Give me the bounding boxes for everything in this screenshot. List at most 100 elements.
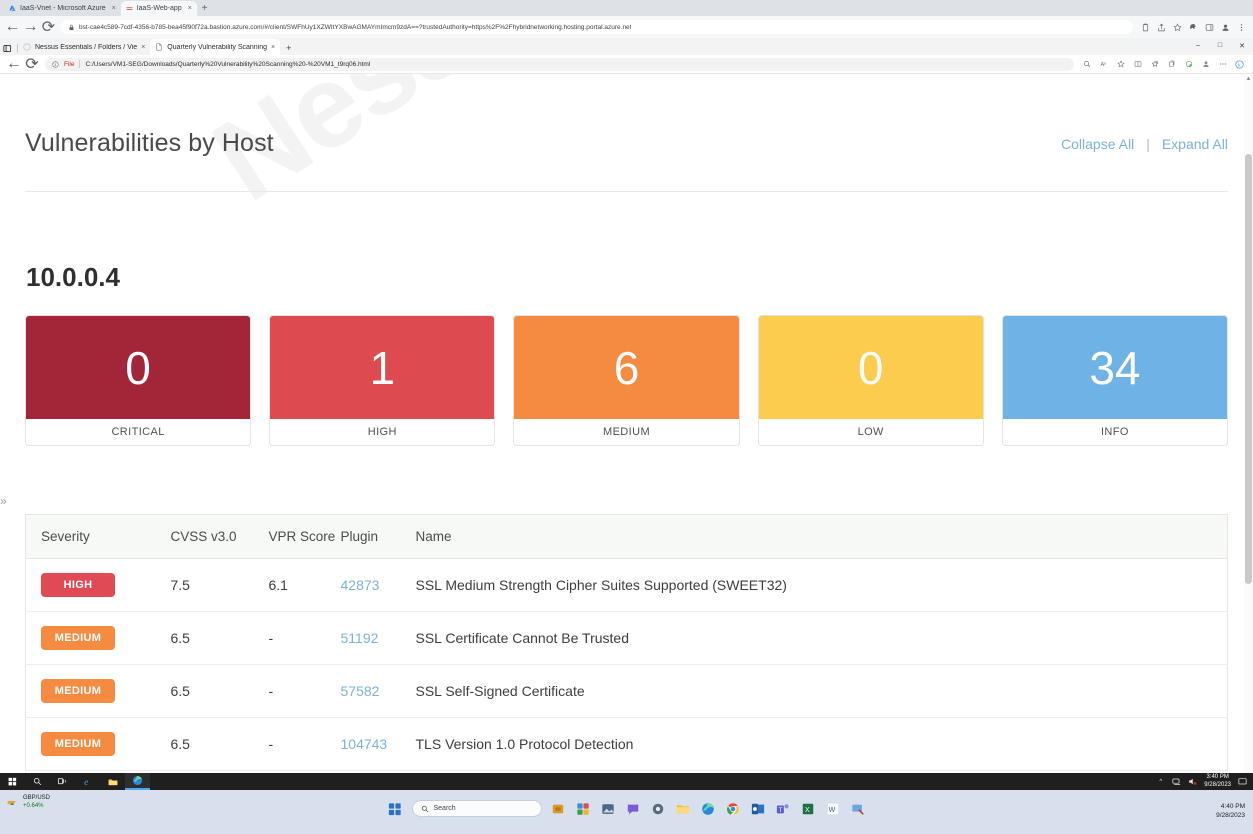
windows-start-icon[interactable] xyxy=(0,773,25,790)
outer-tab-label: IaaS-Vnet - Microsoft Azure xyxy=(20,5,106,12)
reload-icon[interactable]: ⟳ xyxy=(42,19,55,36)
plugin-link[interactable]: 57582 xyxy=(341,683,380,699)
inner-tab-close-icon[interactable]: × xyxy=(271,44,275,51)
column-header-vpr[interactable]: VPR Score xyxy=(268,514,341,559)
document-icon xyxy=(156,43,162,51)
extensions-puzzle-icon[interactable] xyxy=(1188,22,1198,32)
clipboard-icon[interactable] xyxy=(1140,22,1150,32)
copilot-icon[interactable] xyxy=(550,800,567,817)
outer-tab-bastion[interactable]: IaaS-Web-app × xyxy=(120,1,197,16)
severity-card-high[interactable]: 1 HIGH xyxy=(269,315,496,446)
cell-plugin: 51192 xyxy=(340,611,416,665)
zoom-icon[interactable] xyxy=(1082,60,1091,69)
profile-avatar-icon[interactable] xyxy=(1220,22,1230,32)
plugin-link[interactable]: 51192 xyxy=(341,630,379,646)
severity-card-low[interactable]: 0 LOW xyxy=(757,315,984,446)
window-minimize-button[interactable]: – xyxy=(1187,38,1209,53)
forward-icon[interactable]: → xyxy=(23,18,39,35)
severity-label: LOW xyxy=(758,419,983,445)
inner-address-bar[interactable]: File C:/Users/VM1-SEG/Downloads/Quarterl… xyxy=(45,57,1074,71)
teams-icon[interactable]: T xyxy=(775,800,792,817)
table-row[interactable]: MEDIUM 6.5 - 57582 SSL Self-Signed Certi… xyxy=(25,664,1228,718)
split-screen-icon[interactable] xyxy=(1133,60,1142,69)
severity-card-critical[interactable]: 0 CRITICAL xyxy=(25,315,252,446)
host-clock[interactable]: 4:40 PM 9/28/2023 xyxy=(1216,802,1245,820)
photos-icon[interactable] xyxy=(600,800,617,817)
bastion-panel-expander-icon[interactable]: » xyxy=(0,494,7,508)
show-hidden-icons-chevron[interactable]: ^ xyxy=(1156,777,1165,786)
explorer-folder-icon[interactable] xyxy=(675,800,692,817)
window-close-button[interactable]: ✕ xyxy=(1231,38,1253,53)
more-vertical-icon[interactable] xyxy=(1236,22,1246,32)
column-header-severity[interactable]: Severity xyxy=(25,514,171,559)
favorite-star-icon[interactable] xyxy=(1116,60,1125,69)
sidepanel-icon[interactable] xyxy=(1204,22,1214,32)
widgets-icon[interactable] xyxy=(575,800,592,817)
share-icon[interactable] xyxy=(1156,22,1166,32)
host-heading: 10.0.0.4 xyxy=(26,262,120,292)
copilot-icon[interactable]: b xyxy=(1235,59,1244,69)
expand-all-link[interactable]: Expand All xyxy=(1162,136,1228,152)
severity-summary-cards: 0 CRITICAL 1 HIGH 6 MEDIUM 0 LOW 34 INFO xyxy=(25,315,1229,446)
severity-card-info[interactable]: 34 INFO xyxy=(1001,315,1229,446)
volume-icon[interactable] xyxy=(1188,777,1197,786)
settings-icon[interactable] xyxy=(650,800,667,817)
window-maximize-button[interactable]: □ xyxy=(1209,38,1231,53)
column-header-cvss[interactable]: CVSS v3.0 xyxy=(170,514,269,559)
reload-icon[interactable]: ⟳ xyxy=(25,56,38,73)
inner-tab-close-icon[interactable]: × xyxy=(141,44,145,51)
task-view-icon[interactable] xyxy=(50,773,75,790)
inner-tab-report[interactable]: Quarterly Vulnerability Scanning × xyxy=(150,39,281,55)
cell-cvss: 7.5 xyxy=(170,558,269,612)
remote-desktop-icon[interactable] xyxy=(850,800,867,817)
inner-new-tab-button[interactable]: + xyxy=(280,41,297,55)
excel-icon[interactable]: X xyxy=(800,800,817,817)
table-row[interactable]: MEDIUM 6.5 - 51192 SSL Certificate Canno… xyxy=(25,611,1228,665)
chrome-icon[interactable] xyxy=(725,800,742,817)
scroll-up-arrow-icon[interactable]: ▲ xyxy=(1244,74,1253,83)
vulnerability-table: Severity CVSS v3.0 VPR Score Plugin Name… xyxy=(25,514,1228,771)
table-row[interactable]: MEDIUM 6.5 - 104743 TLS Version 1.0 Prot… xyxy=(25,717,1228,771)
outer-tab-close-icon[interactable]: × xyxy=(188,5,192,12)
outer-tab-close-icon[interactable]: × xyxy=(112,5,116,12)
action-center-icon[interactable] xyxy=(1238,777,1247,786)
plugin-link[interactable]: 42873 xyxy=(341,577,380,593)
edge-icon[interactable] xyxy=(125,773,150,790)
outer-tab-azure[interactable]: IaaS-Vnet - Microsoft Azure × xyxy=(4,1,121,16)
outer-new-tab-button[interactable]: + xyxy=(197,2,213,16)
windows-start-icon[interactable] xyxy=(387,800,404,817)
network-icon[interactable] xyxy=(1172,777,1181,786)
bookmark-star-icon[interactable] xyxy=(1172,22,1182,32)
file-explorer-icon[interactable] xyxy=(100,773,125,790)
column-header-plugin[interactable]: Plugin xyxy=(340,514,416,559)
add-favorite-icon[interactable] xyxy=(1150,60,1159,69)
vm-system-tray: ^ 3:40 PM 9/28/2023 xyxy=(1156,774,1253,789)
search-input[interactable]: Search xyxy=(411,800,542,817)
tab-actions-icon[interactable] xyxy=(3,44,12,53)
page-scrollbar[interactable]: ▲ ▼ xyxy=(1244,74,1253,790)
outer-toolbar-icons xyxy=(1140,22,1246,32)
outer-address-bar[interactable]: bst-cae4c589-7cdf-4356-b785-bea45f90f72a… xyxy=(61,20,1133,34)
vm-clock[interactable]: 3:40 PM 9/28/2023 xyxy=(1204,774,1231,789)
back-icon[interactable]: ← xyxy=(6,55,22,72)
inner-tab-nessus[interactable]: Nessus Essentials / Folders / Vie × xyxy=(18,39,150,55)
read-aloud-icon[interactable]: Aa xyxy=(1099,60,1108,69)
word-icon[interactable]: W xyxy=(825,800,842,817)
collections-icon[interactable] xyxy=(1167,60,1176,69)
column-header-name[interactable]: Name xyxy=(415,514,1228,559)
outlook-icon[interactable] xyxy=(750,800,767,817)
browser-essentials-icon[interactable] xyxy=(1184,60,1193,69)
search-icon[interactable] xyxy=(25,773,50,790)
plugin-link[interactable]: 104743 xyxy=(341,736,388,752)
taskbar-widget[interactable]: GBP/USD +0.64% xyxy=(6,794,50,810)
scrollbar-thumb[interactable] xyxy=(1245,154,1252,584)
back-icon[interactable]: ← xyxy=(5,18,21,35)
edge-icon[interactable] xyxy=(700,800,717,817)
teams-chat-icon[interactable] xyxy=(625,800,642,817)
collapse-all-link[interactable]: Collapse All xyxy=(1061,136,1134,152)
profile-avatar-icon[interactable] xyxy=(1201,60,1210,69)
table-row[interactable]: HIGH 7.5 6.1 42873 SSL Medium Strength C… xyxy=(25,558,1228,612)
more-horizontal-icon[interactable] xyxy=(1218,60,1227,69)
internet-explorer-icon[interactable]: e xyxy=(75,773,100,790)
severity-card-medium[interactable]: 6 MEDIUM xyxy=(513,315,740,446)
